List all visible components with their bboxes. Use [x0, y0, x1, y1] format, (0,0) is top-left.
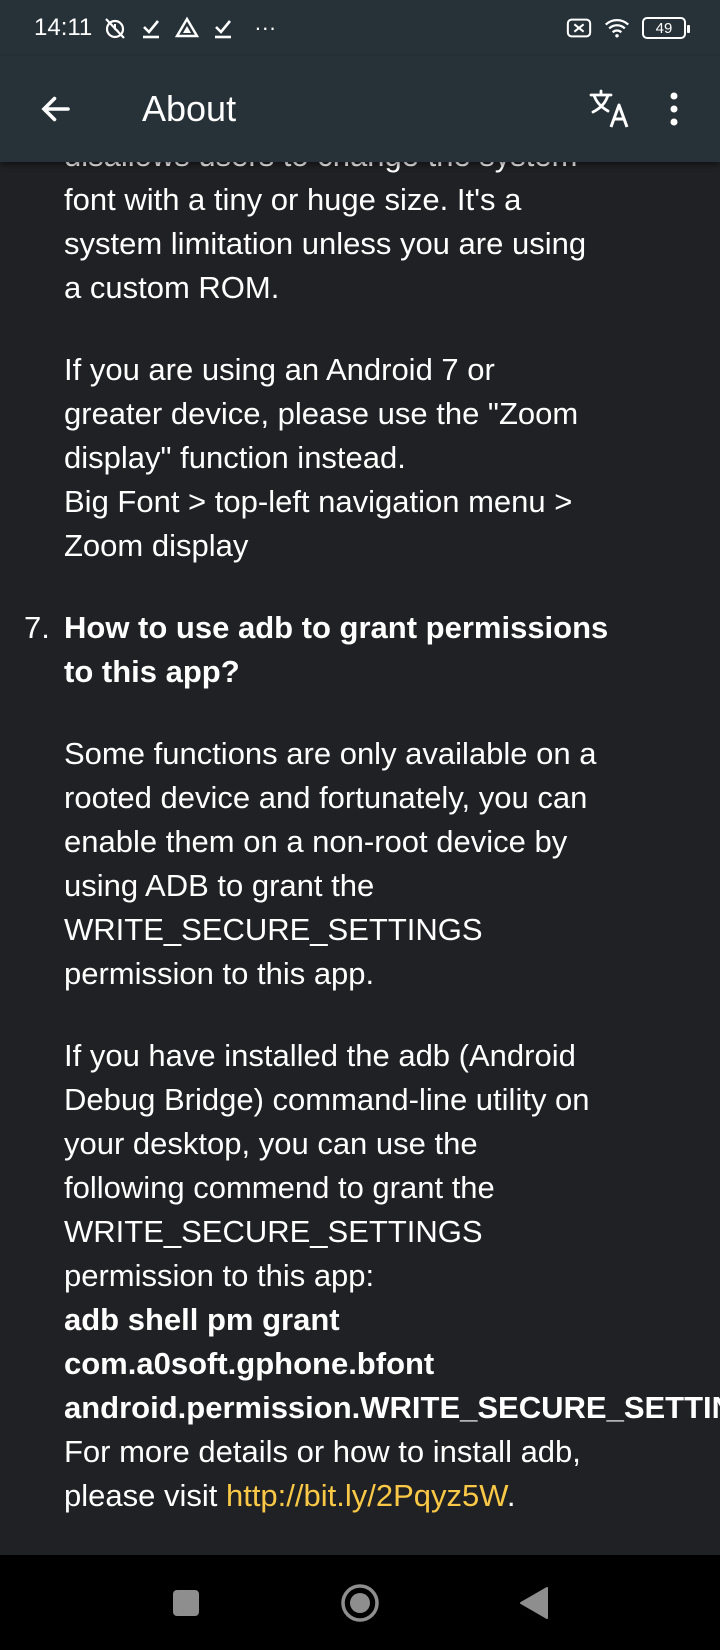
system-back-button[interactable] — [502, 1571, 566, 1635]
home-button[interactable] — [328, 1571, 392, 1635]
triangle-back-icon — [520, 1586, 548, 1619]
wifi-icon — [604, 15, 630, 41]
text-line: Debug Bridge) command-line utility on — [64, 1082, 590, 1117]
faq-question-7: 7. How to use adb to grant permissions t… — [0, 606, 720, 694]
about-scroll-body: disallows users to change the system fon… — [0, 162, 720, 1518]
text-line: enable them on a non-root device by — [64, 824, 568, 859]
translate-icon — [589, 89, 629, 128]
text-line: font with a tiny or huge size. It's a — [64, 182, 522, 217]
text-line: greater device, please use the "Zoom — [64, 396, 579, 431]
square-icon — [173, 1589, 199, 1616]
sim-off-icon — [566, 15, 592, 41]
text-line: For more details or how to install adb, — [64, 1434, 581, 1469]
more-vert-icon — [670, 92, 678, 126]
question-number: 7. — [24, 610, 50, 645]
paragraph-partial: disallows users to change the system fon… — [0, 162, 720, 310]
text-line: disallows users to change the system — [64, 162, 720, 178]
about-content[interactable]: disallows users to change the system fon… — [0, 162, 720, 1555]
status-left: 14:11 ··· — [34, 14, 276, 42]
command-line: adb shell pm grant — [64, 1302, 340, 1337]
adb-help-link[interactable]: http://bit.ly/2Pqyz5W — [226, 1478, 507, 1513]
paragraph-adb-intro: Some functions are only available on a r… — [0, 732, 720, 996]
text-line: rooted device and fortunately, you can — [64, 780, 588, 815]
question-line: How to use adb to grant permissions — [64, 610, 609, 645]
paragraph-zoom-display: If you are using an Android 7 or greater… — [0, 348, 720, 568]
text-line: your desktop, you can use the — [64, 1126, 478, 1161]
page-title: About — [142, 88, 237, 129]
text-line: If you have installed the adb (Android — [64, 1038, 576, 1073]
text-line: following commend to grant the — [64, 1170, 495, 1205]
circle-icon — [341, 1583, 379, 1622]
text-line: WRITE_SECURE_SETTINGS — [64, 912, 483, 947]
text-line: system limitation unless you are using — [64, 226, 587, 261]
visit-prefix: please visit — [64, 1478, 226, 1513]
status-time: 14:11 — [34, 14, 93, 41]
question-line: to this app? — [64, 654, 240, 689]
command-line: android.permission.WRITE_SECURE_SETTINGS — [64, 1390, 720, 1425]
text-line: If you are using an Android 7 or — [64, 352, 495, 387]
text-line: display" function instead. — [64, 440, 406, 475]
text-line: Zoom display — [64, 528, 249, 563]
overflow-menu-button[interactable] — [642, 77, 706, 141]
text-line: Big Font > top-left navigation menu > — [64, 484, 573, 519]
app-actions — [578, 77, 706, 141]
back-button[interactable] — [26, 79, 86, 139]
text-line: a custom ROM. — [64, 270, 280, 305]
text-line: WRITE_SECURE_SETTINGS — [64, 1214, 483, 1249]
more-notifications: ··· — [254, 15, 277, 40]
check-download-icon — [138, 15, 164, 41]
app-bar: About — [0, 56, 720, 162]
command-line: com.a0soft.gphone.bfont — [64, 1346, 435, 1381]
text-line: Some functions are only available on a — [64, 736, 597, 771]
paragraph-adb-command: If you have installed the adb (Android D… — [0, 1034, 720, 1518]
check-download-icon — [210, 15, 236, 41]
text-line: permission to this app: — [64, 1258, 375, 1293]
text-line-visit: please visit http://bit.ly/2Pqyz5W. — [64, 1474, 720, 1518]
status-right: 49 — [566, 15, 690, 41]
translate-button[interactable] — [578, 77, 642, 141]
drive-icon — [174, 15, 200, 41]
arrow-left-icon — [41, 96, 70, 122]
battery-indicator: 49 — [642, 17, 690, 39]
text-line: permission to this app. — [64, 956, 375, 991]
recents-button[interactable] — [154, 1571, 218, 1635]
visit-suffix: . — [506, 1478, 516, 1513]
system-nav-bar — [0, 1555, 720, 1650]
text-line: using ADB to grant the — [64, 868, 375, 903]
screen: 14:11 ··· 49 About font with a tiny or h… — [0, 0, 720, 1650]
status-bar: 14:11 ··· 49 — [0, 0, 720, 56]
alarm-off-icon — [102, 15, 128, 41]
